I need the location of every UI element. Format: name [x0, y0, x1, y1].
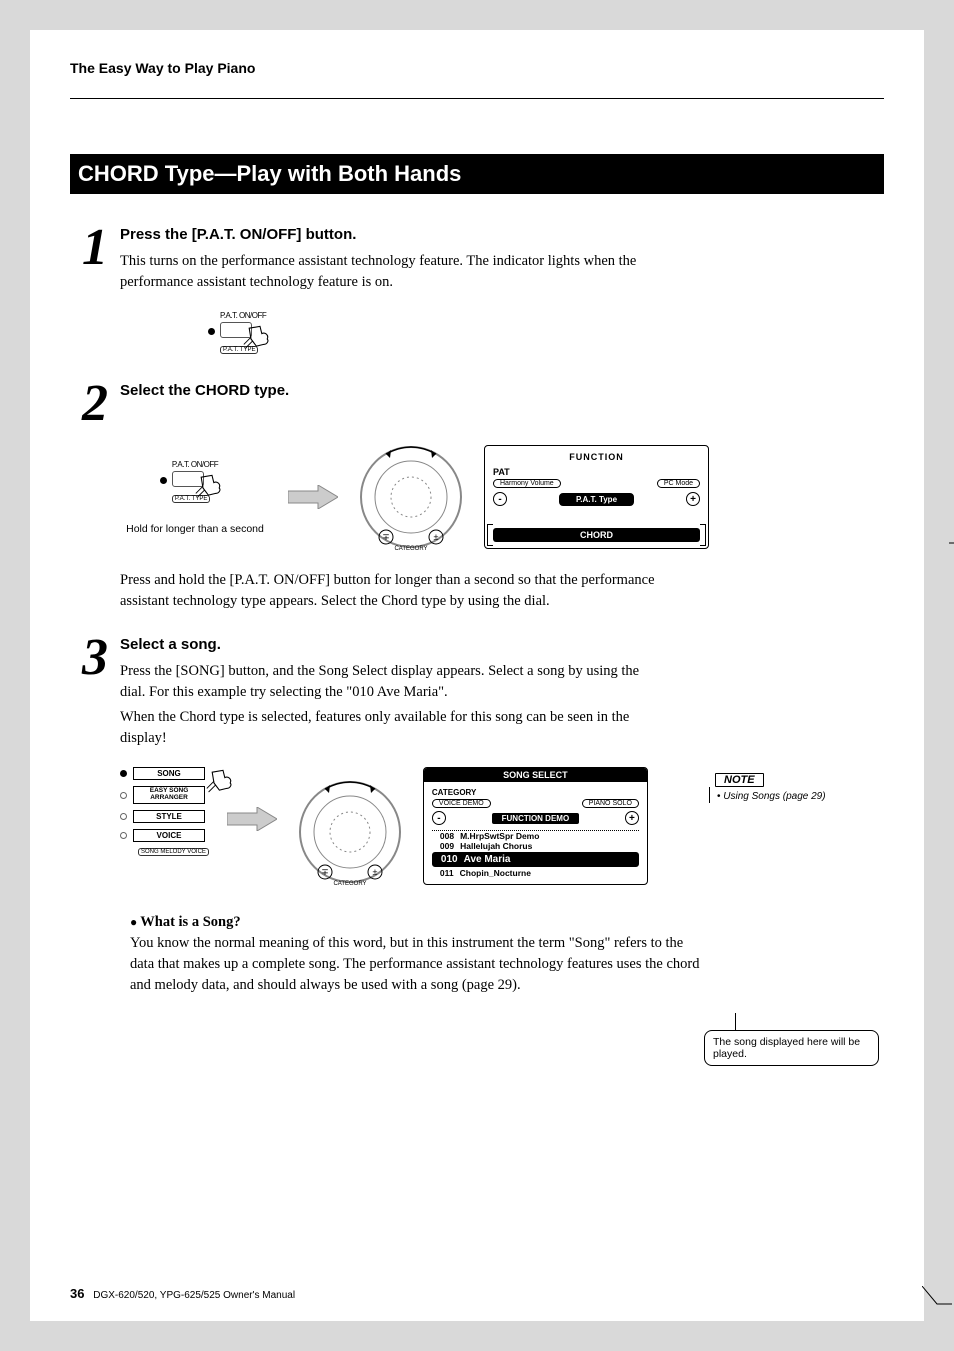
song-buttons-panel: SONG EASY SONG ARRANGER STYLE VOICE SONG… [120, 767, 209, 856]
lcd-song-select-display: SONG SELECT CATEGORY VOICE DEMO PIANO SO… [423, 767, 648, 885]
song-button: SONG [133, 767, 205, 780]
svg-text:∓: ∓ [382, 532, 390, 542]
lcd-function-demo: FUNCTION DEMO [492, 813, 580, 824]
page-number: 36 [70, 1286, 84, 1301]
song-item: 008M.HrpSwtSpr Demo [432, 830, 639, 841]
plus-knob-icon: + [625, 811, 639, 825]
indicator-off-icon [120, 832, 127, 839]
plus-knob-icon: + [686, 492, 700, 506]
step-1-title: Press the [P.A.T. ON/OFF] button. [120, 224, 884, 246]
song-item: 011Chopin_Nocturne [432, 868, 639, 878]
minus-knob-icon: - [493, 492, 507, 506]
pat-indicator-icon [160, 477, 167, 484]
minus-knob-icon: - [432, 811, 446, 825]
lcd-pill-harmony: Harmony Volume [493, 479, 561, 488]
cursor-icon [205, 765, 241, 806]
step-number: 1 [70, 227, 120, 269]
step-1-diagram: P.A.T. ON/OFF P.A.T. TYPE [70, 311, 884, 356]
callout-line-icon [922, 1286, 952, 1306]
step-1-body: This turns on the performance assistant … [120, 251, 650, 293]
note-title: NOTE [715, 773, 764, 787]
lcd-pill-pianosolo: PIANO SOLO [582, 799, 639, 808]
pat-block: P.A.T. ON/OFF P.A.T. TYPE Hold for longe… [120, 460, 270, 535]
running-header: The Easy Way to Play Piano [70, 60, 884, 76]
lcd-chord-display: CHORD [493, 528, 700, 542]
step-2-title: Select the CHORD type. [120, 380, 884, 402]
pat-label: P.A.T. ON/OFF [172, 460, 218, 469]
song-indicator-icon [120, 770, 127, 777]
step-3-body2: When the Chord type is selected, feature… [120, 707, 650, 749]
what-is-title: What is a Song? [130, 914, 241, 930]
indicator-off-icon [120, 813, 127, 820]
song-item: 009Hallelujah Chorus [432, 841, 639, 851]
step-3: 3 Select a song. Press the [SONG] button… [70, 632, 884, 749]
svg-text:±: ± [372, 867, 377, 877]
bracket-left-icon [487, 524, 493, 546]
cursor-icon [242, 321, 278, 362]
lcd-pill-voicedemo: VOICE DEMO [432, 799, 491, 808]
lcd-title: FUNCTION [493, 452, 700, 462]
dial-category-label: CATEGORY [394, 546, 427, 552]
svg-text:±: ± [434, 532, 439, 542]
header-divider [70, 98, 884, 99]
svg-text:∓: ∓ [321, 867, 329, 877]
section-heading: CHORD Type—Play with Both Hands [70, 154, 884, 194]
manual-title: DGX-620/520, YPG-625/525 Owner's Manual [93, 1290, 295, 1301]
pat-indicator-icon [208, 328, 215, 335]
cursor-icon [194, 470, 230, 511]
svg-text:CATEGORY: CATEGORY [333, 881, 366, 887]
note-item: Using Songs (page 29) [709, 791, 879, 802]
note-box: NOTE Using Songs (page 29) [709, 770, 879, 802]
arrow-right-icon [288, 485, 338, 509]
pat-label: P.A.T. ON/OFF [220, 311, 266, 320]
step-2-aftertext: Press and hold the [P.A.T. ON/OFF] butto… [70, 570, 670, 612]
song-list: 008M.HrpSwtSpr Demo 009Hallelujah Chorus… [432, 830, 639, 878]
easy-song-button: EASY SONG ARRANGER [133, 786, 205, 804]
hold-caption: Hold for longer than a second [126, 523, 264, 535]
song-item-selected: 010Ave Maria [432, 852, 639, 867]
lcd-song-title: SONG SELECT [424, 768, 647, 782]
dial-illustration: ∓ ± CATEGORY [295, 777, 405, 887]
lcd-pat-label: PAT [493, 467, 700, 477]
lcd-pill-pcmode: PC Mode [657, 479, 700, 488]
step-3-title: Select a song. [120, 634, 884, 656]
lcd-pat-type: P.A.T. Type [559, 493, 634, 506]
pat-button-illustration: P.A.T. ON/OFF P.A.T. TYPE [220, 311, 266, 356]
step-1: 1 Press the [P.A.T. ON/OFF] button. This… [70, 222, 884, 293]
dial-illustration: ∓ ± CATEGORY [356, 442, 466, 552]
indicator-off-icon [120, 792, 127, 799]
voice-button: VOICE [133, 829, 205, 842]
callout-text: The song displayed here will be played. [713, 1036, 860, 1060]
style-button: STYLE [133, 810, 205, 823]
step-number: 2 [70, 383, 120, 425]
step-2-diagram: P.A.T. ON/OFF P.A.T. TYPE Hold for longe… [70, 442, 884, 552]
what-is-body: You know the normal meaning of this word… [130, 933, 700, 996]
step-3-body1: Press the [SONG] button, and the Song Se… [120, 661, 650, 703]
arrow-right-icon [227, 807, 277, 831]
what-is-a-song: What is a Song? You know the normal mean… [130, 912, 700, 996]
step-number: 3 [70, 637, 120, 679]
callout-line-icon [949, 539, 954, 547]
callout-box: The song displayed here will be played. [704, 1030, 879, 1066]
step-2: 2 Select the CHORD type. [70, 378, 884, 425]
lcd-category-label: CATEGORY [432, 788, 639, 797]
lcd-function-display: FUNCTION PAT Harmony Volume PC Mode - P.… [484, 445, 709, 549]
bracket-right-icon [700, 524, 706, 546]
pat-button-illustration: P.A.T. ON/OFF P.A.T. TYPE [172, 460, 218, 505]
callout-connector-icon [735, 1013, 736, 1031]
page-footer: 36 DGX-620/520, YPG-625/525 Owner's Manu… [70, 1286, 295, 1301]
manual-page: The Easy Way to Play Piano CHORD Type—Pl… [30, 30, 924, 1321]
lcd-chord-text: CHORD [580, 530, 613, 540]
song-melody-label: SONG MELODY VOICE [138, 848, 209, 856]
